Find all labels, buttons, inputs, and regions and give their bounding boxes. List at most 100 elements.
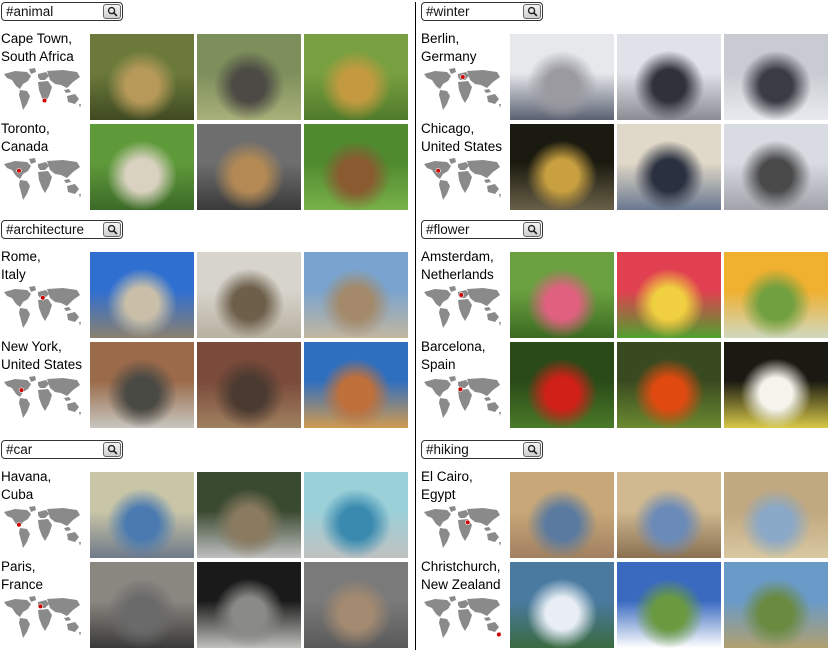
- hashtag-label: #car: [6, 442, 33, 457]
- photo-thumbnail[interactable]: [304, 472, 408, 558]
- world-map-icon: [1, 156, 83, 202]
- photo-thumbnail[interactable]: [724, 562, 828, 648]
- search-button[interactable]: [103, 222, 121, 237]
- city-name: Rome,: [1, 249, 41, 264]
- hashtag-label: #winter: [426, 4, 470, 19]
- country-name: United States: [1, 357, 83, 372]
- location-info: Rome, Italy: [1, 248, 91, 328]
- photo-thumbnail[interactable]: [90, 252, 194, 338]
- country-name: Canada: [1, 139, 49, 154]
- city-name: Toronto,: [1, 121, 50, 136]
- location-info: Toronto, Canada: [1, 120, 91, 200]
- photo-thumbnail[interactable]: [724, 124, 828, 210]
- hashtag-search-box[interactable]: #car: [1, 440, 123, 459]
- photo-thumbnail[interactable]: [197, 342, 301, 428]
- photo-thumbnail[interactable]: [90, 472, 194, 558]
- photo-thumbnail[interactable]: [724, 342, 828, 428]
- left-column: #animal Cape Town, South Africa Toronto, Can…: [0, 0, 412, 655]
- search-button[interactable]: [523, 222, 541, 237]
- photo-thumbnail[interactable]: [724, 472, 828, 558]
- photo-thumbnail[interactable]: [197, 34, 301, 120]
- hashtag-label: #hiking: [426, 442, 469, 457]
- photo-thumbnail[interactable]: [197, 252, 301, 338]
- hashtag-search-box[interactable]: #flower: [421, 220, 543, 239]
- photo-thumbnail[interactable]: [617, 472, 721, 558]
- location-info: Chicago, United States: [421, 120, 511, 200]
- location-info: El Cairo, Egypt: [421, 468, 511, 548]
- location-info: Berlin, Germany: [421, 30, 511, 110]
- photo-thumbnail[interactable]: [90, 124, 194, 210]
- photo-thumbnail[interactable]: [510, 124, 614, 210]
- search-button[interactable]: [523, 442, 541, 457]
- photo-thumbnail[interactable]: [617, 342, 721, 428]
- search-icon: [527, 6, 538, 17]
- location-marker: [496, 631, 502, 638]
- hashtag-search-box[interactable]: #animal: [1, 2, 123, 21]
- photo-thumbnail[interactable]: [304, 124, 408, 210]
- country-name: Germany: [421, 49, 477, 64]
- world-map-icon: [421, 374, 503, 420]
- photo-thumbnail[interactable]: [617, 252, 721, 338]
- photo-thumbnail[interactable]: [304, 34, 408, 120]
- country-name: New Zealand: [421, 577, 501, 592]
- country-name: Cuba: [1, 487, 34, 502]
- photo-thumbnail[interactable]: [90, 34, 194, 120]
- location-marker: [18, 387, 25, 393]
- world-map-icon: [421, 284, 503, 330]
- hashtag-label: #animal: [6, 4, 54, 19]
- location-marker: [458, 292, 464, 298]
- search-button[interactable]: [523, 4, 541, 19]
- world-map-icon: [421, 66, 503, 112]
- world-map-icon: [421, 594, 503, 640]
- location-marker: [457, 386, 464, 392]
- search-button[interactable]: [103, 442, 121, 457]
- photo-thumbnail[interactable]: [510, 342, 614, 428]
- photo-thumbnail[interactable]: [197, 562, 301, 648]
- location-marker: [16, 522, 22, 528]
- photo-thumbnail[interactable]: [304, 562, 408, 648]
- photo-thumbnail[interactable]: [304, 252, 408, 338]
- photo-thumbnail[interactable]: [724, 252, 828, 338]
- hashtag-search-box[interactable]: #winter: [421, 2, 543, 21]
- world-map-icon: [1, 374, 83, 420]
- photo-thumbnail[interactable]: [617, 124, 721, 210]
- hashtag-search-box[interactable]: #architecture: [1, 220, 123, 239]
- photo-thumbnail[interactable]: [90, 562, 194, 648]
- location-marker: [41, 97, 48, 104]
- photo-thumbnail[interactable]: [617, 34, 721, 120]
- search-icon: [107, 224, 118, 235]
- country-name: France: [1, 577, 44, 592]
- hashtag-label: #architecture: [6, 222, 85, 237]
- photo-thumbnail[interactable]: [197, 124, 301, 210]
- photo-thumbnail[interactable]: [510, 472, 614, 558]
- search-button[interactable]: [103, 4, 121, 19]
- world-map-icon: [1, 504, 83, 550]
- city-name: Berlin,: [421, 31, 460, 46]
- photo-thumbnail[interactable]: [617, 562, 721, 648]
- location-info: Barcelona, Spain: [421, 338, 511, 418]
- hashtag-search-box[interactable]: #hiking: [421, 440, 543, 459]
- search-icon: [107, 6, 118, 17]
- location-marker: [16, 168, 22, 174]
- city-name: Amsterdam,: [421, 249, 494, 264]
- search-icon: [527, 444, 538, 455]
- country-name: Spain: [421, 357, 456, 372]
- photo-thumbnail[interactable]: [510, 562, 614, 648]
- search-icon: [107, 444, 118, 455]
- photo-thumbnail[interactable]: [510, 252, 614, 338]
- location-marker: [465, 519, 471, 526]
- photo-thumbnail[interactable]: [510, 34, 614, 120]
- location-marker: [435, 168, 441, 174]
- location-info: Cape Town, South Africa: [1, 30, 91, 110]
- location-info: Paris, France: [1, 558, 91, 638]
- world-map-icon: [421, 156, 503, 202]
- photo-thumbnail[interactable]: [304, 342, 408, 428]
- world-map-icon: [421, 504, 503, 550]
- country-name: Netherlands: [421, 267, 494, 282]
- photo-thumbnail[interactable]: [90, 342, 194, 428]
- photo-thumbnail[interactable]: [197, 472, 301, 558]
- country-name: United States: [421, 139, 503, 154]
- photo-thumbnail[interactable]: [724, 34, 828, 120]
- location-info: Christchurch, New Zealand: [421, 558, 511, 638]
- column-divider: [415, 2, 416, 650]
